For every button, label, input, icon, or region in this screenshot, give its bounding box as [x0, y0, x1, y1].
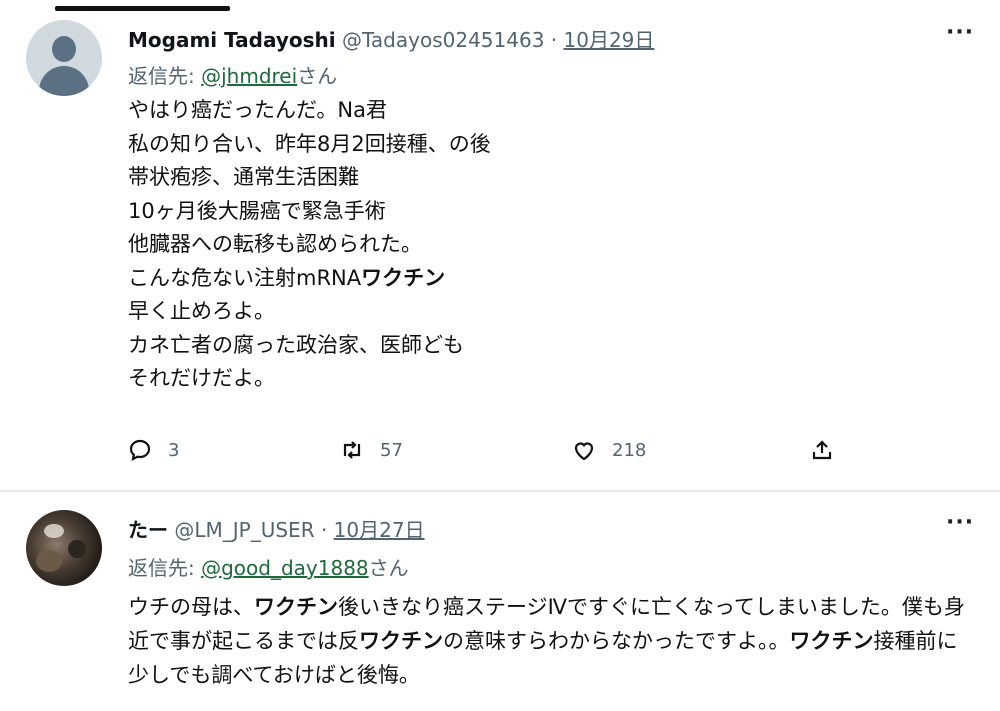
- separator: ·: [320, 518, 328, 542]
- retweet-icon: [343, 441, 361, 459]
- tweet-header: たー @LM_JP_USER · 10月27日: [128, 514, 425, 543]
- share-icon: [812, 440, 832, 460]
- tweet-text-line: やはり癌だったんだ。Na君: [128, 94, 491, 128]
- highlighted-keyword: ワクチン: [789, 629, 874, 653]
- share-button[interactable]: [810, 438, 850, 462]
- reply-count: 3: [168, 439, 180, 461]
- text-segment: 私の知り合い、昨年8月2回接種、の後: [128, 131, 491, 156]
- author-name[interactable]: たー: [128, 518, 168, 542]
- more-icon[interactable]: ···: [946, 510, 974, 535]
- more-icon[interactable]: ···: [946, 20, 974, 45]
- tweet-text-line: こんな危ない注射mRNAワクチン: [128, 262, 491, 296]
- reply-to-label: 返信先:: [128, 556, 202, 580]
- author-handle[interactable]: @LM_JP_USER: [174, 518, 314, 542]
- reply-to: 返信先: @good_day1888さん: [128, 552, 409, 581]
- tweet-text-line: 10ヶ月後大腸癌で緊急手術: [128, 195, 491, 229]
- like-button[interactable]: 218: [572, 438, 646, 462]
- reply-mention[interactable]: @jhmdrei: [201, 64, 297, 88]
- author-name[interactable]: Mogami Tadayoshi: [128, 28, 336, 52]
- tweet-text-line: 帯状疱疹、通常生活困難: [128, 161, 491, 195]
- reply-to-label: 返信先:: [128, 64, 202, 88]
- retweet-button[interactable]: 57: [340, 438, 403, 462]
- tweet-text: やはり癌だったんだ。Na君私の知り合い、昨年8月2回接種、の後 帯状疱疹、通常生活…: [128, 94, 491, 396]
- author-handle[interactable]: @Tadayos02451463: [342, 28, 544, 52]
- tweet-text-line: 他臓器への転移も認められた。: [128, 228, 491, 262]
- tweet-date[interactable]: 10月27日: [334, 518, 425, 542]
- retweet-count: 57: [380, 439, 403, 461]
- text-segment: の意味すらわからなかったですよ。。: [443, 629, 790, 653]
- tweet-actions: 3 57 218: [0, 438, 1000, 468]
- tweet-text-line: 早く止めろよ。: [128, 295, 491, 329]
- text-segment: こんな危ない注射mRNA: [128, 265, 362, 290]
- highlighted-keyword: ワクチン: [361, 265, 446, 290]
- reply-mention[interactable]: @good_day1888: [201, 556, 369, 580]
- text-segment: それだけだよ。: [128, 366, 275, 390]
- text-segment: カネ亡者の腐った政治家、医師ども: [128, 332, 464, 357]
- text-segment: 早く止めろよ。: [128, 299, 275, 323]
- like-count: 218: [612, 439, 647, 461]
- highlighted-keyword: ワクチン: [359, 629, 443, 653]
- separator: ·: [550, 28, 558, 52]
- heart-icon: [574, 442, 594, 461]
- tweet-text-line: カネ亡者の腐った政治家、医師ども: [128, 329, 491, 363]
- text-segment: 他臓器への転移も認められた。: [128, 232, 422, 256]
- tweet-text-line: 私の知り合い、昨年8月2回接種、の後: [128, 128, 491, 162]
- tweet-header: Mogami Tadayoshi @Tadayos02451463 · 10月2…: [128, 24, 654, 53]
- text-segment: 10ヶ月後大腸癌で緊急手術: [128, 198, 386, 223]
- text-segment: 帯状疱疹、通常生活困難: [128, 165, 359, 189]
- text-segment: ウチの母は、: [128, 595, 254, 619]
- text-segment: やはり癌だったんだ。Na君: [128, 98, 387, 122]
- tweet-text: ウチの母は、ワクチン後いきなり癌ステージⅣですぐに亡くなってしまいました。僕も身…: [128, 590, 968, 692]
- tweet-text-line: それだけだよ。: [128, 362, 491, 396]
- tweet-date[interactable]: 10月29日: [564, 28, 655, 52]
- avatar[interactable]: [26, 510, 102, 586]
- highlighted-keyword: ワクチン: [254, 595, 338, 619]
- reply-suffix: さん: [368, 556, 409, 580]
- avatar[interactable]: [26, 20, 102, 96]
- tweet-1[interactable]: Mogami Tadayoshi @Tadayos02451463 · 10月2…: [0, 0, 1000, 488]
- reply-suffix: さん: [297, 64, 338, 88]
- reply-button[interactable]: 3: [128, 438, 179, 462]
- reply-icon: [129, 439, 151, 462]
- reply-to: 返信先: @jhmdreiさん: [128, 60, 337, 89]
